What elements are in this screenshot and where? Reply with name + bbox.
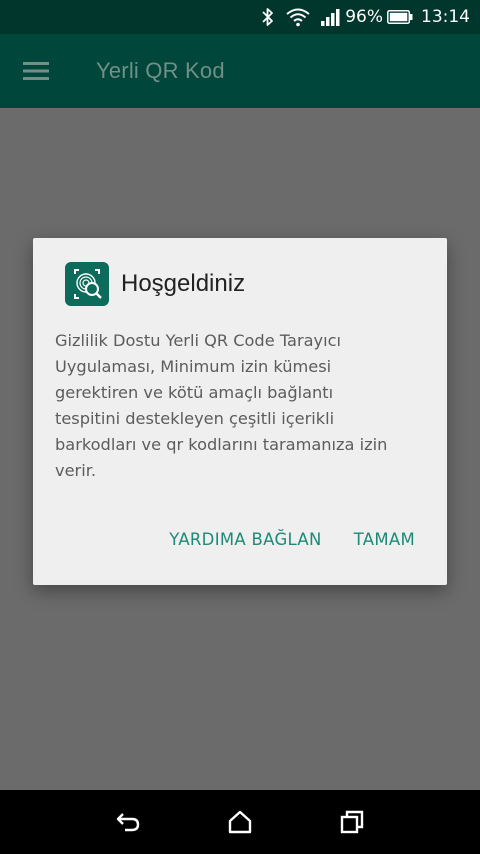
back-icon[interactable]	[98, 792, 158, 852]
dialog-actions: YARDIMA BAĞLAN TAMAM	[169, 530, 415, 549]
recents-icon[interactable]	[322, 792, 382, 852]
message-line: tespitini destekleyen çeşitli içerikli	[55, 409, 335, 428]
app-bar: Yerli QR Kod	[0, 34, 480, 108]
status-bar: 96% 13:14	[0, 0, 480, 34]
battery-icon	[387, 10, 413, 24]
hamburger-menu-icon[interactable]	[0, 34, 72, 108]
dialog-title: Hoşgeldiniz	[121, 270, 246, 297]
message-line: Uygulaması, Minimum izin kümesi	[55, 357, 332, 376]
app-title: Yerli QR Kod	[96, 58, 225, 83]
message-line: Gizlilik Dostu Yerli QR Code Tarayıcı	[55, 331, 341, 350]
message-line: verir.	[55, 461, 97, 480]
welcome-dialog: Hoşgeldiniz Gizlilik Dostu Yerli QR Code…	[33, 238, 447, 585]
message-line: barkodları ve qr kodlarını taramanıza iz…	[55, 435, 388, 454]
clock: 13:14	[421, 7, 470, 27]
dialog-header: Hoşgeldiniz	[65, 262, 245, 306]
wifi-icon	[285, 7, 311, 27]
bluetooth-icon	[261, 7, 275, 27]
message-line: gerektiren ve kötü amaçlı bağlantı	[55, 383, 334, 402]
navigation-bar	[0, 790, 480, 854]
fingerprint-search-icon	[65, 262, 109, 306]
help-button[interactable]: YARDIMA BAĞLAN	[169, 530, 321, 549]
battery-percent: 96%	[345, 7, 383, 27]
dialog-message: Gizlilik Dostu Yerli QR Code Tarayıcı Uy…	[55, 328, 427, 484]
signal-icon	[321, 8, 341, 26]
ok-button[interactable]: TAMAM	[354, 530, 415, 549]
home-icon[interactable]	[210, 792, 270, 852]
